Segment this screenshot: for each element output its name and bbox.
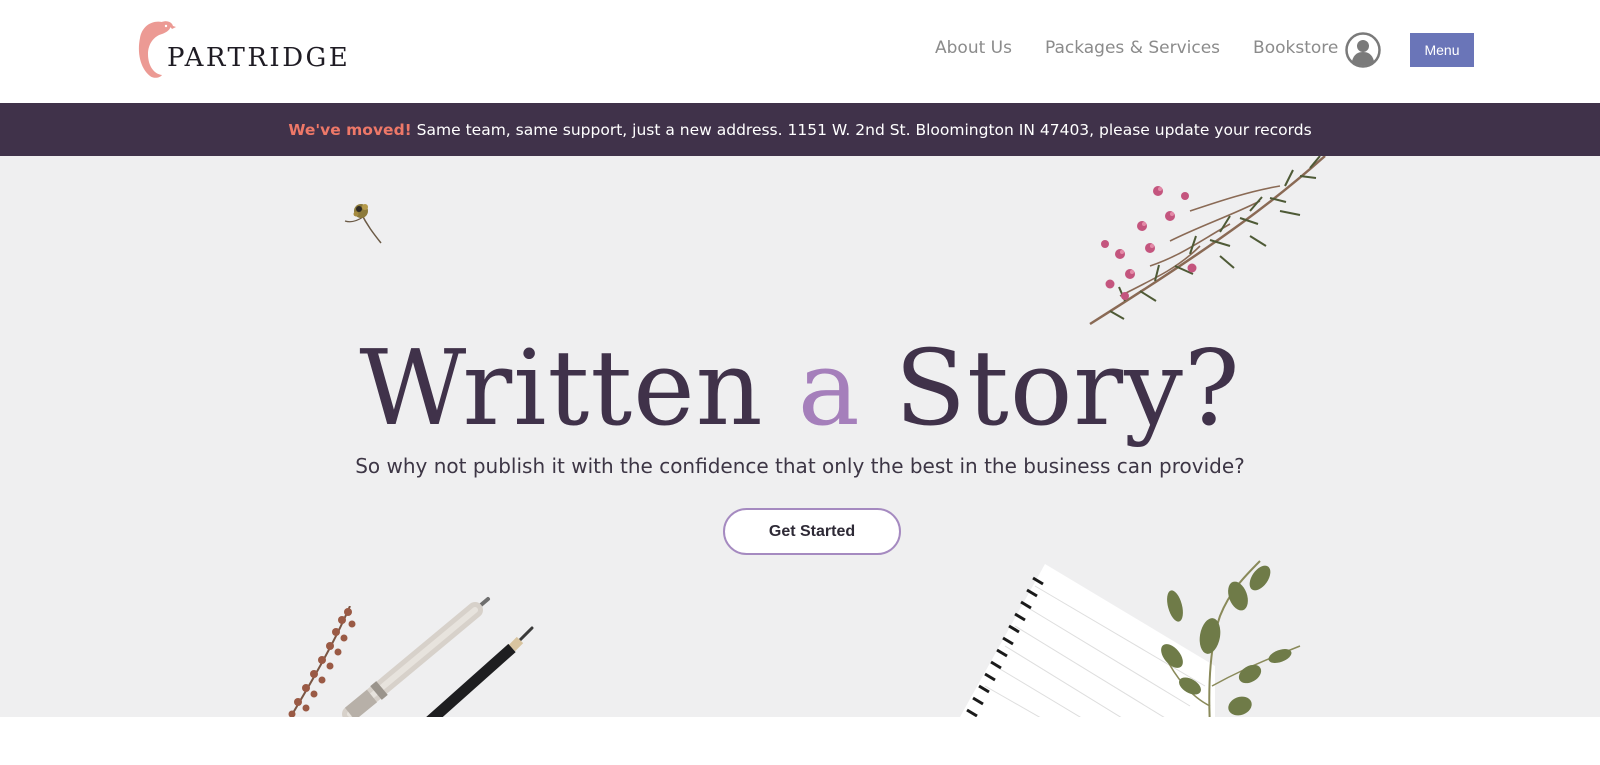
hero-title: Written a Story? (0, 336, 1600, 440)
hero-title-part2: Story? (860, 327, 1241, 449)
pink-flower-branch-decoration (1089, 156, 1326, 326)
hero-subtitle: So why not publish it with the confidenc… (355, 454, 1245, 478)
eucalyptus-branch-decoration (1161, 560, 1301, 717)
logo-wordmark: PARTRIDGE (167, 43, 351, 73)
user-account-icon[interactable] (1345, 32, 1381, 68)
banner-text: We've moved! Same team, same support, ju… (288, 121, 1311, 139)
announcement-banner: We've moved! Same team, same support, ju… (0, 103, 1600, 156)
banner-message: Same team, same support, just a new addr… (411, 120, 1312, 139)
banner-highlight: We've moved! (288, 120, 412, 139)
get-started-button[interactable]: Get Started (723, 508, 901, 555)
hero-title-part1: Written (359, 327, 798, 449)
hero-title-accent: a (797, 327, 861, 449)
nav-bookstore[interactable]: Bookstore (1253, 38, 1338, 58)
nav-packages-services[interactable]: Packages & Services (1045, 38, 1220, 58)
dried-flower-decoration (344, 204, 382, 244)
pencil-decoration (426, 626, 534, 717)
menu-button[interactable]: Menu (1410, 33, 1474, 67)
site-header: PARTRIDGE About Us Packages & Services B… (0, 0, 1600, 103)
nav-about-us[interactable]: About Us (935, 38, 1012, 58)
main-nav: About Us Packages & Services Bookstore (935, 38, 1371, 58)
partridge-logo[interactable]: PARTRIDGE (132, 18, 348, 82)
hero-section: Written a Story? So why not publish it w… (0, 156, 1600, 717)
